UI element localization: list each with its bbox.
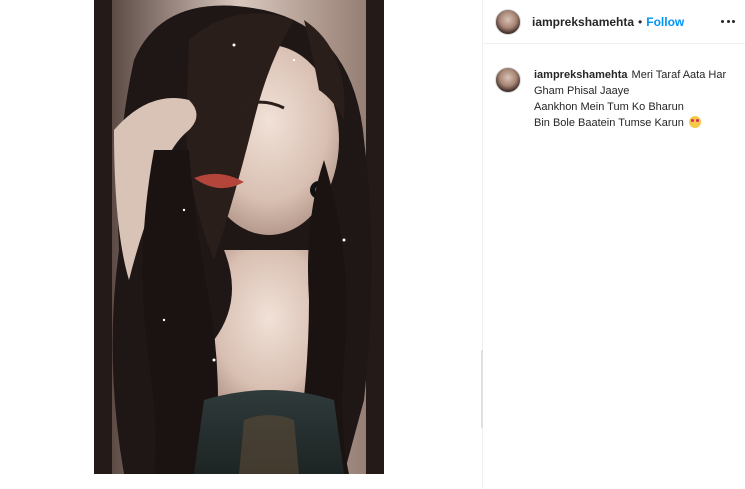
caption-line-3: Aankhon Mein Tum Ko Bharun [534, 101, 684, 113]
media-pane [0, 0, 482, 489]
caption-line-2: Gham Phisal Jaaye [534, 85, 630, 97]
post-header: iamprekshamehta • Follow [483, 0, 745, 44]
caption-text-4: Bin Bole Baatein Tumse Karun [534, 117, 684, 129]
caption-line-4: Bin Bole Baatein Tumse Karun [534, 115, 726, 131]
post-caption: iamprekshamehta Meri Taraf Aata Har Gham … [495, 67, 740, 131]
caption-avatar[interactable] [495, 67, 521, 93]
smiling-face-with-hearts-icon [688, 116, 701, 128]
caption-line-1: iamprekshamehta Meri Taraf Aata Har [534, 67, 726, 83]
follow-button[interactable]: Follow [646, 15, 684, 29]
header-username[interactable]: iamprekshamehta [532, 15, 634, 29]
portrait-photo [94, 0, 384, 474]
caption-username[interactable]: iamprekshamehta [534, 69, 628, 81]
caption-text: iamprekshamehta Meri Taraf Aata Har Gham … [534, 67, 726, 131]
header-separator: • [638, 14, 643, 29]
post-photo[interactable] [94, 0, 384, 474]
avatar[interactable] [495, 8, 521, 35]
instagram-post-view: iamprekshamehta • Follow iamprekshamehta… [0, 0, 745, 489]
post-details-panel: iamprekshamehta • Follow iamprekshamehta… [483, 0, 745, 489]
more-horizontal-icon[interactable] [721, 13, 735, 29]
caption-text-1: Meri Taraf Aata Har [631, 69, 727, 81]
